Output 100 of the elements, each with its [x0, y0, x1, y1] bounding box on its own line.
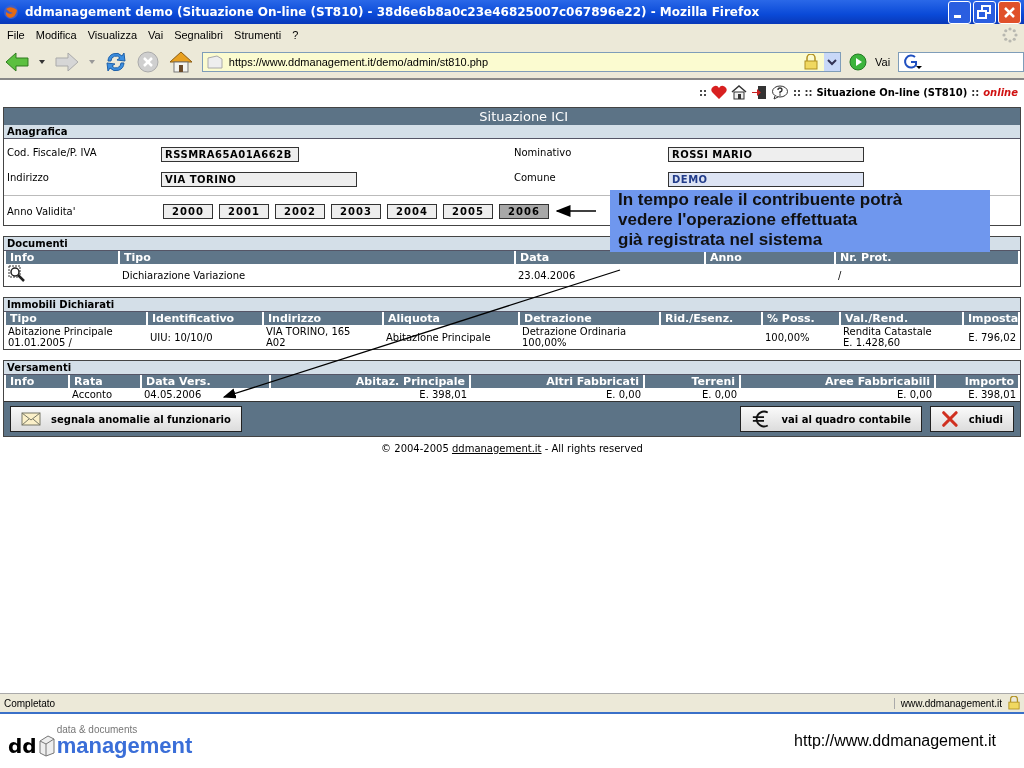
caret-icon	[827, 58, 838, 66]
column-header: Info	[6, 375, 68, 388]
table-cell: UIU: 10/10/0	[150, 331, 213, 343]
table-cell: E. 796,02	[968, 331, 1016, 343]
menu-item[interactable]: Vai	[145, 29, 172, 41]
menu-item[interactable]: File	[4, 29, 33, 41]
arrow	[555, 205, 597, 217]
separator-text: :: ::	[792, 86, 813, 98]
panel-title: Situazione ICI	[4, 108, 1020, 125]
field-label: Indirizzo	[7, 172, 50, 183]
column-header: % Poss.	[763, 312, 839, 325]
home-icon[interactable]	[167, 50, 194, 74]
site-text: www.ddmanagement.it	[893, 697, 1002, 709]
logo-text: dd	[8, 735, 37, 757]
page-icon	[206, 55, 223, 69]
column-header: Abitaz. Principale	[271, 375, 469, 388]
column-header: Identificativo	[148, 312, 262, 325]
heart-icon[interactable]	[710, 84, 727, 100]
field-label: Anno Validita'	[7, 206, 77, 217]
table-cell: 100,00%	[765, 331, 810, 343]
table-cell: E. 0,00	[702, 389, 737, 400]
table-cell: Abitazione Principale 01.01.2005 /	[8, 326, 113, 348]
field-label: Cod. Fiscale/P. IVA	[7, 147, 98, 158]
table-cell: /	[838, 269, 842, 281]
table-cell: Rendita Catastale E. 1.428,60	[843, 326, 932, 348]
firefox-icon	[3, 4, 19, 20]
back-icon[interactable]	[4, 51, 30, 73]
envelope-icon	[21, 412, 41, 426]
menu-item[interactable]: ?	[289, 29, 307, 41]
box-icon	[37, 733, 56, 757]
menu-item[interactable]: Visualizza	[84, 29, 146, 41]
column-header: Detrazione	[520, 312, 659, 325]
x-icon	[941, 409, 959, 429]
throbber-icon	[1002, 27, 1018, 43]
separator-text: ::	[971, 86, 980, 98]
table-cell: E. 0,00	[897, 389, 932, 400]
table-cell: E. 398,01	[968, 389, 1016, 400]
year-button[interactable]: 2005	[443, 204, 493, 219]
logo-text: management	[56, 735, 193, 757]
minimize-button[interactable]	[948, 0, 971, 24]
status-text: Completato	[4, 697, 57, 709]
year-button[interactable]: 2003	[331, 204, 381, 219]
table-cell: Acconto	[72, 389, 113, 400]
menu-item[interactable]: Strumenti	[231, 29, 290, 41]
year-button[interactable]: 2000	[163, 204, 213, 219]
text-field[interactable]: VIA TORINO	[161, 172, 357, 187]
window-title: ddmanagement demo (Situazione On-line (ST810) - 38d6e6b8a0c23e46825007c067896e22) - Mozilla Firefox	[25, 5, 761, 19]
lock-icon	[1008, 696, 1020, 710]
column-header: Rata	[70, 375, 140, 388]
field-label: Comune	[514, 172, 557, 183]
url-text: http://www.ddmanagement.it	[794, 732, 996, 750]
page-title: Situazione On-line (ST810)	[816, 86, 968, 98]
go-icon[interactable]	[849, 53, 868, 71]
close-button[interactable]	[998, 0, 1021, 24]
table-cell: E. 398,01	[419, 389, 467, 400]
column-header: Rid./Esenz.	[661, 312, 761, 325]
year-button[interactable]: 2001	[219, 204, 269, 219]
field-label: Nominativo	[514, 147, 573, 158]
table-cell: E. 0,00	[606, 389, 641, 400]
column-header: Info	[6, 251, 118, 264]
go-button[interactable]: Vai	[875, 56, 891, 68]
column-header: Importo	[936, 375, 1018, 388]
column-header: Indirizzo	[264, 312, 382, 325]
section-title: Anagrafica	[4, 125, 1020, 139]
reload-icon[interactable]	[103, 50, 128, 74]
separator-text: ::	[698, 86, 707, 98]
text-field[interactable]: RSSMRA65A01A662B	[161, 147, 299, 162]
help-icon[interactable]	[770, 84, 789, 100]
text-field[interactable]: ROSSI MARIO	[668, 147, 864, 162]
restore-button[interactable]	[973, 0, 996, 24]
copyright-text: © 2004-2005 ddmanagement.it - All rights reserved	[380, 443, 644, 454]
section-title: Immobili Dichiarati	[4, 298, 1020, 312]
column-header: Tipo	[120, 251, 514, 264]
action-button[interactable]: segnala anomalie al funzionario	[10, 406, 242, 432]
exit-door-icon[interactable]	[750, 84, 767, 100]
action-button[interactable]: vai al quadro contabile	[740, 406, 922, 432]
column-header: Tipo	[6, 312, 146, 325]
lock-icon	[804, 54, 819, 70]
year-button[interactable]: 2006	[499, 204, 549, 219]
url-text: https://www.ddmanagement.it/demo/admin/st810.php	[228, 56, 490, 68]
home-icon[interactable]	[730, 84, 747, 100]
year-button[interactable]: 2004	[387, 204, 437, 219]
dropdown-icon[interactable]	[37, 59, 46, 65]
menu-item[interactable]: Segnalibri	[171, 29, 232, 41]
column-header: Altri Fabbricati	[471, 375, 643, 388]
table-cell: VIA TORINO, 165 A02	[266, 326, 351, 348]
close-button[interactable]: chiudi	[930, 406, 1014, 432]
magnifier-icon[interactable]	[8, 265, 26, 283]
column-header: Data	[516, 251, 704, 264]
site-link[interactable]: ddmanagement.it	[451, 443, 542, 454]
dropdown-button[interactable]	[824, 53, 841, 71]
year-button[interactable]: 2002	[275, 204, 325, 219]
text-field[interactable]: DEMO	[668, 172, 864, 187]
table-cell: Detrazione Ordinaria 100,00%	[522, 326, 627, 348]
search-field[interactable]	[898, 52, 1024, 72]
column-header: Terreni	[645, 375, 739, 388]
column-header: Aliquota	[384, 312, 518, 325]
minimize-icon	[954, 14, 961, 18]
menu-item[interactable]: Modifica	[32, 29, 85, 41]
address-bar[interactable]: https://www.ddmanagement.it/demo/admin/st810.php	[201, 52, 842, 72]
